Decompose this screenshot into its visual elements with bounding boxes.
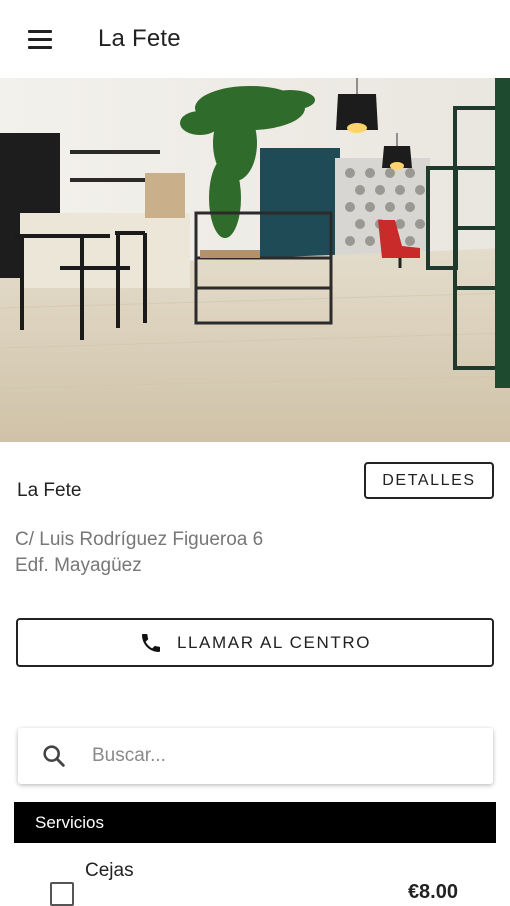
services-section-header: Servicios [14,802,496,843]
menu-icon-line [28,45,52,49]
service-price: €8.00 [407,881,458,903]
salon-interior-image [0,78,510,442]
service-item[interactable]: Cejas €8.00 [0,843,510,906]
app-title: La Fete [98,25,181,52]
services-section-label: Servicios [35,812,104,832]
details-button[interactable]: DETALLES [364,462,494,499]
search-input[interactable] [92,745,472,767]
address-line-1: C/ Luis Rodríguez Figueroa 6 [15,529,264,550]
search-icon [43,745,65,767]
phone-icon [141,633,160,652]
menu-icon-line [28,29,52,33]
center-name: La Fete [17,480,82,501]
address-line-2: Edf. Mayagüez [15,555,142,576]
call-center-label: LLAMAR AL CENTRO [176,632,372,652]
salon-photo [0,78,510,442]
center-address: C/ Luis Rodríguez Figueroa 6 Edf. Mayagü… [15,527,263,579]
service-name: Cejas [85,860,134,881]
menu-icon-line [28,37,52,41]
search-bar[interactable] [18,728,493,784]
service-checkbox[interactable] [50,882,74,906]
call-center-button[interactable]: LLAMAR AL CENTRO [16,618,494,667]
menu-button[interactable] [10,9,70,69]
app-bar: La Fete [0,0,510,78]
